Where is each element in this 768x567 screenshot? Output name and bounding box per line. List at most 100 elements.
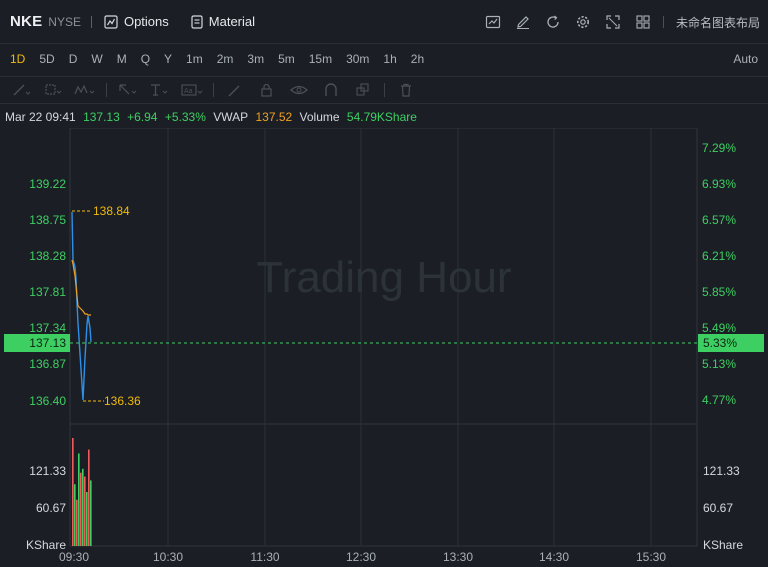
brush-icon[interactable] — [224, 82, 246, 98]
volume-label: Volume — [299, 110, 340, 124]
price-tick-label: 137.81 — [29, 285, 66, 299]
right-tools: 未命名图表布局 — [471, 0, 760, 44]
fullscreen-icon[interactable] — [605, 14, 621, 30]
eye-icon[interactable] — [288, 82, 310, 98]
options-icon — [104, 14, 118, 29]
volume-bar — [84, 476, 86, 546]
high-price-label: 138.84 — [93, 204, 130, 218]
price-tick-label: 136.87 — [29, 357, 66, 371]
document-icon — [191, 14, 203, 29]
top-toolbar: NKE NYSE Options Material 未命名图表布局 — [0, 0, 768, 44]
time-tick-label: 14:30 — [539, 550, 569, 564]
lock-icon[interactable] — [256, 82, 278, 98]
period-1d[interactable]: 1D — [10, 52, 25, 66]
period-m[interactable]: M — [117, 52, 127, 66]
volume-unit-label-right: KShare — [703, 538, 743, 552]
percent-tick-label: 7.29% — [702, 141, 736, 155]
price-tick-label: 137.34 — [29, 321, 66, 335]
time-tick-label: 10:30 — [153, 550, 183, 564]
chart-type-icon[interactable] — [485, 14, 501, 30]
period-5d[interactable]: 5D — [39, 52, 54, 66]
volume-bar — [80, 472, 82, 546]
percent-tick-label: 5.13% — [702, 357, 736, 371]
volume-bar — [72, 438, 74, 546]
exchange-label: NYSE — [48, 14, 81, 29]
arrow-icon[interactable] — [117, 82, 139, 98]
auto-scale-toggle[interactable]: Auto — [733, 52, 758, 66]
magnet-icon[interactable] — [320, 82, 342, 98]
time-tick-label: 12:30 — [346, 550, 376, 564]
time-tick-label: 15:30 — [636, 550, 666, 564]
volume-tick-label: 60.67 — [36, 501, 66, 515]
period-y[interactable]: Y — [164, 52, 172, 66]
volume-bar — [86, 492, 88, 546]
pattern-icon[interactable] — [74, 82, 96, 98]
layout-grid-icon[interactable] — [635, 14, 651, 30]
symbol-label[interactable]: NKE — [10, 13, 42, 30]
quote-price: 137.13 — [83, 110, 120, 124]
period-2h[interactable]: 2h — [411, 52, 424, 66]
divider — [90, 15, 92, 28]
watermark: Trading Hour — [256, 253, 511, 302]
current-price-label: 137.13 — [29, 336, 66, 350]
volume-tick-label: 121.33 — [29, 464, 66, 478]
trash-icon[interactable] — [395, 82, 417, 98]
text-box-icon[interactable]: Aa — [181, 82, 203, 98]
divider — [213, 83, 214, 97]
price-tick-label: 138.75 — [29, 213, 66, 227]
vwap-label: VWAP — [213, 110, 249, 124]
divider — [106, 83, 107, 97]
edit-icon[interactable] — [515, 14, 531, 30]
price-line — [71, 211, 92, 401]
text-tool-icon[interactable] — [149, 82, 171, 98]
period-1h[interactable]: 1h — [383, 52, 396, 66]
period-d[interactable]: D — [69, 52, 78, 66]
group-icon[interactable] — [352, 82, 374, 98]
plot-frame — [69, 127, 698, 547]
low-price-label: 136.36 — [104, 394, 141, 408]
period-30m[interactable]: 30m — [346, 52, 369, 66]
rectangle-icon[interactable] — [42, 82, 64, 98]
volume-value: 54.79KShare — [346, 110, 417, 124]
volume-bar — [74, 484, 76, 546]
price-tick-label: 136.40 — [29, 394, 66, 408]
drawing-toolbar: Aa — [0, 76, 768, 104]
percent-tick-label: 6.93% — [702, 177, 736, 191]
price-chart[interactable]: Trading Hour 139.22 138.75 138.28 137.81 137.… — [0, 127, 768, 567]
price-tick-label: 138.28 — [29, 249, 66, 263]
volume-bar — [78, 453, 80, 546]
time-tick-label: 09:30 — [59, 550, 89, 564]
period-1m[interactable]: 1m — [186, 52, 203, 66]
percent-tick-label: 5.49% — [702, 321, 736, 335]
current-pct-label: 5.33% — [703, 336, 737, 350]
quote-info-line: Mar 22 09:41 137.13 +6.94 +5.33% VWAP 13… — [0, 110, 768, 128]
time-tick-label: 13:30 — [443, 550, 473, 564]
gear-icon[interactable] — [575, 14, 591, 30]
time-tick-label: 11:30 — [250, 550, 279, 564]
vwap-value: 137.52 — [255, 110, 293, 124]
percent-tick-label: 5.85% — [702, 285, 736, 299]
divider — [662, 16, 664, 28]
volume-tick-label-right: 60.67 — [703, 501, 733, 515]
trend-line-icon[interactable] — [10, 82, 32, 98]
volume-bar — [88, 449, 90, 546]
period-3m[interactable]: 3m — [247, 52, 264, 66]
percent-tick-label: 4.77% — [702, 393, 736, 407]
options-button[interactable]: Options — [104, 14, 169, 29]
chart-canvas[interactable]: Trading Hour 139.22 138.75 138.28 137.81 137.… — [0, 127, 768, 567]
volume-bar — [90, 480, 92, 546]
period-15m[interactable]: 15m — [309, 52, 332, 66]
period-5m[interactable]: 5m — [278, 52, 295, 66]
price-tick-label: 139.22 — [29, 177, 66, 191]
period-2m[interactable]: 2m — [217, 52, 234, 66]
refresh-icon[interactable] — [545, 14, 561, 30]
quote-change: +6.94 — [127, 110, 158, 124]
material-label: Material — [208, 14, 256, 29]
material-button[interactable]: Material — [191, 14, 255, 29]
volume-tick-label-right: 121.33 — [703, 464, 740, 478]
period-w[interactable]: W — [91, 52, 102, 66]
volume-bar — [76, 499, 78, 546]
period-q[interactable]: Q — [141, 52, 150, 66]
percent-tick-label: 6.57% — [702, 213, 736, 227]
layout-name[interactable]: 未命名图表布局 — [676, 14, 760, 31]
